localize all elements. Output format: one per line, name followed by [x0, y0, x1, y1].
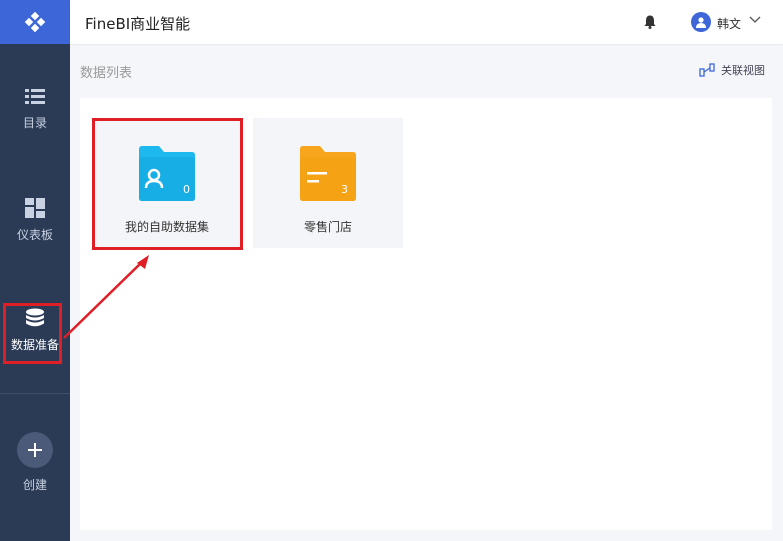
sidebar-item-create[interactable]: 创建: [0, 432, 70, 493]
plus-icon: [28, 443, 42, 457]
sidebar-item-label: 创建: [22, 478, 47, 492]
chevron-down-icon[interactable]: [749, 16, 761, 24]
avatar[interactable]: [691, 12, 711, 32]
dashboard-icon: [25, 198, 45, 218]
association-view-label: 关联视图: [721, 64, 765, 77]
user-icon: [696, 17, 706, 28]
sidebar-divider: [0, 393, 70, 394]
app-title: FineBI商业智能: [85, 15, 191, 33]
highlight-box-card: [92, 118, 243, 250]
list-icon: [25, 89, 45, 104]
create-button[interactable]: [17, 432, 53, 468]
association-view-button[interactable]: 关联视图: [699, 62, 765, 78]
highlight-box-sidebar: [3, 303, 62, 364]
finebi-logo-icon: [24, 11, 46, 33]
sidebar-item-label: 目录: [22, 116, 47, 130]
sidebar-item-catalog[interactable]: 目录: [0, 88, 70, 131]
dataset-folder-card[interactable]: 3 零售门店: [253, 118, 403, 248]
breadcrumb: 数据列表: [80, 66, 133, 81]
folder-label: 零售门店: [303, 220, 352, 234]
association-view-icon: [699, 63, 715, 77]
logo[interactable]: [0, 0, 70, 44]
user-name[interactable]: 韩文: [717, 15, 741, 32]
folder-count: 3: [341, 183, 348, 196]
top-header: FineBI商业智能 韩文: [70, 0, 783, 44]
folder-icon: 3: [300, 146, 356, 201]
sidebar: 目录 仪表板 数据准备 创建: [0, 0, 70, 541]
bell-icon[interactable]: [644, 15, 656, 29]
sidebar-item-label: 仪表板: [16, 228, 53, 242]
sidebar-item-dashboard[interactable]: 仪表板: [0, 198, 70, 243]
